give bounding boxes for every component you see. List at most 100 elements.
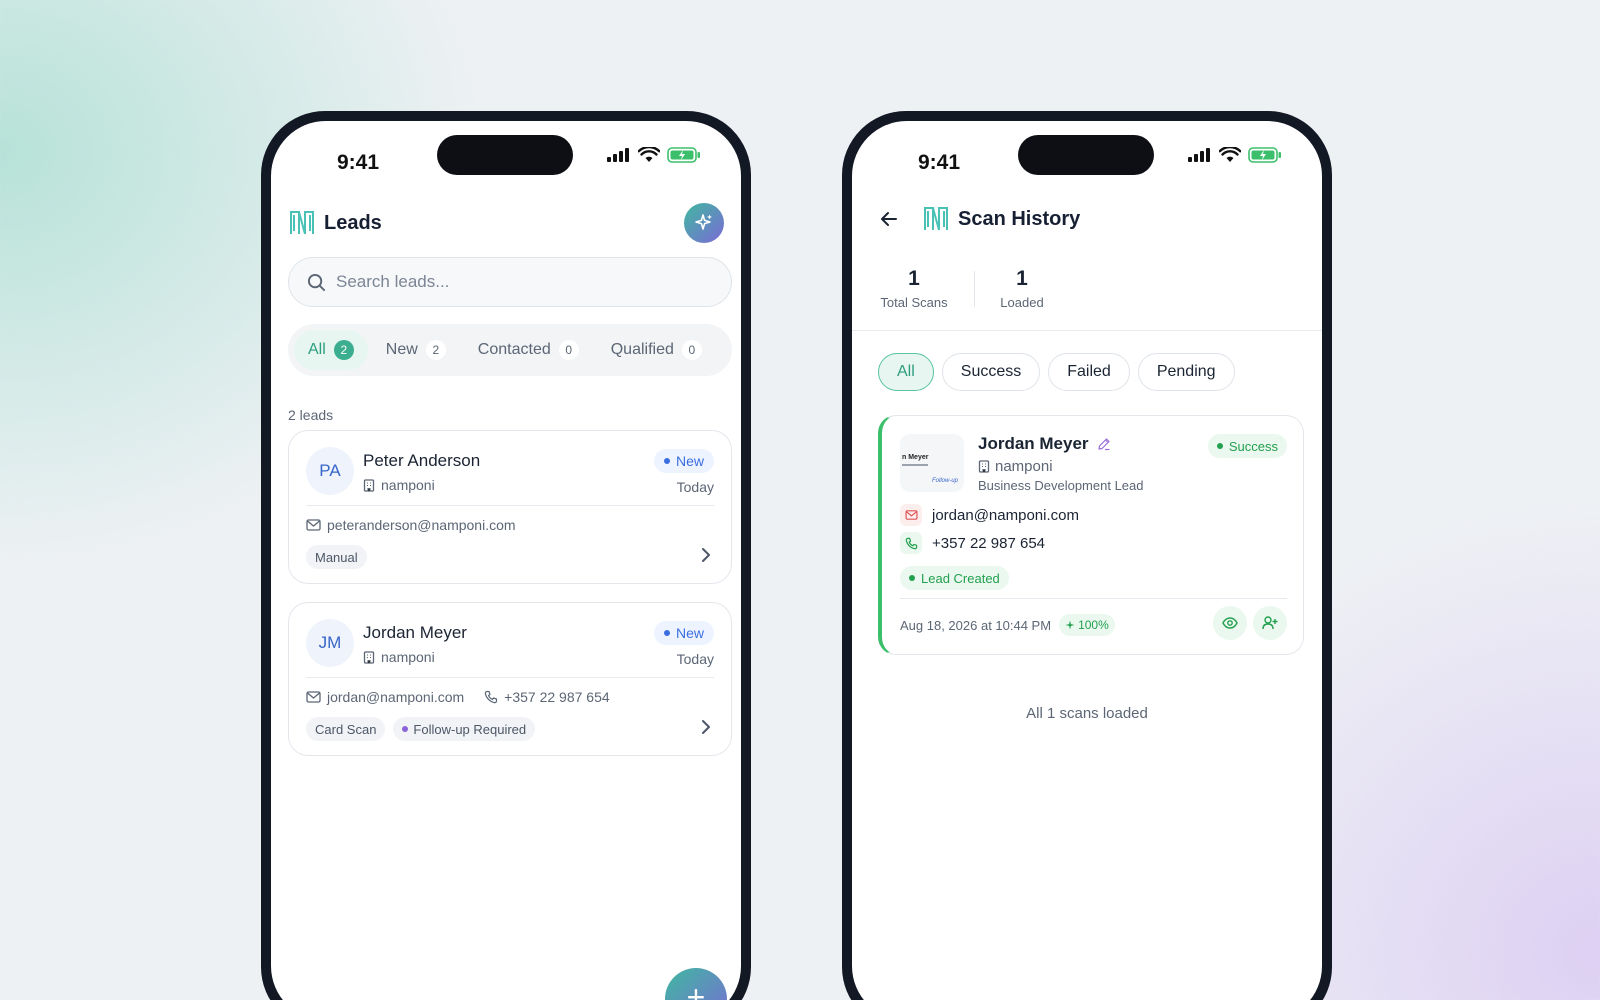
scan-email: jordan@namponi.com xyxy=(932,506,1079,524)
lead-name: Jordan Meyer xyxy=(363,623,467,642)
company-name: namponi xyxy=(381,477,435,493)
contact-line: jordan@namponi.com +357 22 987 654 xyxy=(306,689,610,705)
divider xyxy=(306,677,714,678)
scan-date: Aug 18, 2026 at 10:44 PM xyxy=(900,617,1052,633)
phone-row: +357 22 987 654 xyxy=(900,532,1045,554)
mail-icon xyxy=(306,519,321,531)
mail-icon xyxy=(306,691,321,703)
lead-phone: +357 22 987 654 xyxy=(504,689,610,705)
building-icon xyxy=(363,478,375,492)
sparkle-icon xyxy=(1065,620,1075,630)
status-badge: New xyxy=(653,449,714,473)
chevron-right-icon[interactable] xyxy=(701,547,711,563)
tab-count: 2 xyxy=(425,340,446,360)
lead-created-badge: Lead Created xyxy=(900,566,1009,590)
stat-value: 1 xyxy=(908,267,920,290)
tab-all[interactable]: All 2 xyxy=(294,330,368,370)
filter-all[interactable]: All xyxy=(878,353,934,391)
lead-date: Today xyxy=(676,651,714,667)
lead-company: namponi xyxy=(363,649,435,665)
view-scan-button[interactable] xyxy=(1213,606,1247,640)
status-label: Success xyxy=(1228,438,1278,454)
lead-card[interactable]: PA Peter Anderson namponi New Today pete… xyxy=(288,430,732,584)
app-logo-icon xyxy=(924,207,948,231)
avatar: JM xyxy=(306,619,354,667)
lead-company: namponi xyxy=(363,477,435,493)
phone-icon xyxy=(484,690,498,704)
scan-card[interactable]: n Meyer Follow-up Jordan Meyer namponi B… xyxy=(878,415,1304,655)
filter-success[interactable]: Success xyxy=(941,353,1041,391)
wifi-icon xyxy=(1219,147,1241,162)
confidence-value: 100% xyxy=(1078,618,1109,632)
tab-count: 0 xyxy=(558,340,579,360)
tag-card-scan: Card Scan xyxy=(306,717,386,741)
phone-scan-history: 9:41 Scan History 1 Total Scans 1 Loaded… xyxy=(842,111,1332,1000)
search-input[interactable] xyxy=(336,272,716,292)
scan-stats: 1 Total Scans 1 Loaded xyxy=(852,261,1322,331)
signal-icon xyxy=(1188,148,1210,162)
status-time: 9:41 xyxy=(337,151,380,174)
lead-name: Peter Anderson xyxy=(363,451,481,470)
chevron-right-icon[interactable] xyxy=(701,719,711,735)
status-badge: Success xyxy=(1207,434,1287,458)
filter-pending[interactable]: Pending xyxy=(1137,353,1235,391)
thumb-name: n Meyer xyxy=(902,454,929,461)
tab-new[interactable]: New 2 xyxy=(372,330,460,370)
stat-value: 1 xyxy=(1016,267,1028,290)
tag-label: Follow-up Required xyxy=(413,721,527,737)
building-icon xyxy=(978,460,990,473)
company-name: namponi xyxy=(381,649,435,665)
business-card-thumbnail[interactable]: n Meyer Follow-up xyxy=(900,434,964,492)
company-name: namponi xyxy=(995,458,1053,475)
lead-tags: Manual xyxy=(306,545,367,569)
tag-follow-up: Follow-up Required xyxy=(393,717,536,741)
eye-icon xyxy=(1222,617,1238,629)
scan-company: namponi xyxy=(978,458,1053,475)
dynamic-island xyxy=(437,135,573,175)
tab-label: Contacted xyxy=(477,341,551,358)
add-lead-button[interactable]: + xyxy=(665,968,727,1000)
divider xyxy=(974,271,975,307)
scan-name-row: Jordan Meyer xyxy=(978,434,1111,454)
tag-manual: Manual xyxy=(306,545,367,569)
tab-contacted[interactable]: Contacted 0 xyxy=(464,330,593,370)
confidence-badge: 100% xyxy=(1059,614,1115,636)
lead-tags: Card Scan Follow-up Required xyxy=(306,717,536,741)
status-label: New xyxy=(675,453,704,469)
page-title: Scan History xyxy=(958,207,1081,230)
battery-icon xyxy=(667,147,700,163)
stat-loaded: 1 Loaded xyxy=(992,267,1052,310)
lead-card[interactable]: JM Jordan Meyer namponi New Today jordan… xyxy=(288,602,732,756)
thumb-signature: Follow-up xyxy=(931,478,958,484)
tab-label: All xyxy=(308,341,326,358)
leads-screen: 9:41 Leads All2 New2 Conta xyxy=(271,121,741,1000)
avatar: PA xyxy=(306,447,354,495)
search-icon xyxy=(307,273,326,291)
add-contact-button[interactable] xyxy=(1253,606,1287,640)
edit-pencil-icon[interactable] xyxy=(1097,437,1111,451)
contact-line: peteranderson@namponi.com xyxy=(306,517,516,533)
status-tabs: All 2 New 2 Contacted 0 Qualified 0 xyxy=(288,324,732,376)
mail-icon xyxy=(905,510,917,520)
email-row: jordan@namponi.com xyxy=(900,504,1079,526)
dynamic-island xyxy=(1018,135,1154,175)
list-footer: All 1 scans loaded xyxy=(1026,705,1148,722)
phone-leads: 9:41 Leads All2 New2 Conta xyxy=(261,111,751,1000)
result-label: Lead Created xyxy=(921,570,1000,586)
tab-qualified[interactable]: Qualified 0 xyxy=(597,330,716,370)
ai-assistant-button[interactable] xyxy=(684,203,724,243)
user-plus-icon xyxy=(1262,616,1278,630)
wifi-icon xyxy=(638,147,660,162)
building-icon xyxy=(363,650,375,664)
status-bar: 9:41 xyxy=(271,121,741,191)
app-logo-icon xyxy=(290,211,314,235)
stat-label: Total Scans xyxy=(880,295,948,310)
lead-date: Today xyxy=(676,479,714,495)
filter-failed[interactable]: Failed xyxy=(1048,353,1130,391)
scan-name: Jordan Meyer xyxy=(978,434,1089,453)
back-arrow-icon[interactable] xyxy=(880,211,898,227)
stat-label: Loaded xyxy=(1000,295,1044,310)
leads-header: Leads xyxy=(288,203,724,243)
divider xyxy=(900,598,1287,599)
sparkle-icon xyxy=(695,214,712,230)
